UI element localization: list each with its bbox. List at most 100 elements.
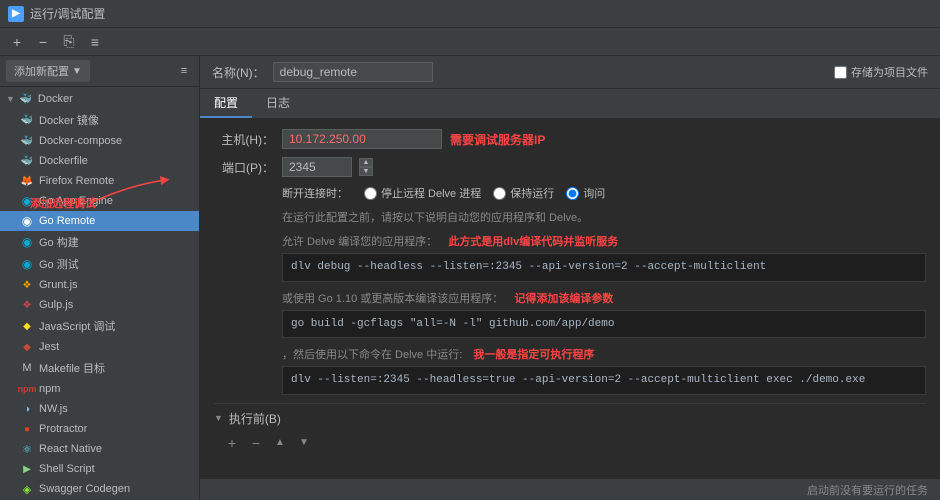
sidebar-item-go-test-label: Go 测试 bbox=[39, 256, 79, 272]
tab-log[interactable]: 日志 bbox=[252, 89, 304, 118]
title-bar: ▶ 运行/调试配置 bbox=[0, 0, 940, 28]
toolbar: + − ⎘ ≡ bbox=[0, 28, 940, 56]
sidebar-item-go-app-engine-label: Go App Engine bbox=[39, 195, 113, 207]
sidebar-item-shell-script[interactable]: ▶ Shell Script bbox=[0, 459, 199, 479]
host-label: 主机(H)： bbox=[214, 131, 274, 148]
port-row: 端口(P)： ▲ ▼ bbox=[214, 157, 926, 177]
docker-compose-icon: 🐳 bbox=[20, 134, 34, 148]
firefox-icon: 🦊 bbox=[20, 174, 34, 188]
sidebar-header: 添加新配置 ▼ ≡ bbox=[0, 56, 199, 87]
go-remote-icon: ◉ bbox=[20, 214, 34, 228]
sidebar-filter-btn[interactable]: ≡ bbox=[175, 62, 193, 80]
docker-image-icon: 🐳 bbox=[20, 113, 34, 127]
sidebar-item-dockerfile[interactable]: 🐳 Dockerfile bbox=[0, 151, 199, 171]
sidebar-item-go-build-label: Go 构建 bbox=[39, 234, 79, 250]
port-spinners: ▲ ▼ bbox=[359, 158, 373, 176]
sidebar-item-go-build[interactable]: ◉ Go 构建 bbox=[0, 231, 199, 253]
sidebar-item-grunt[interactable]: ❖ Grunt.js bbox=[0, 275, 199, 295]
sidebar-item-docker-image-label: Docker 镜像 bbox=[39, 112, 99, 128]
name-label: 名称(N)： bbox=[212, 64, 265, 81]
sidebar-item-protractor[interactable]: ● Protractor bbox=[0, 419, 199, 439]
sidebar-item-react-native[interactable]: ⚛ React Native bbox=[0, 439, 199, 459]
docker-icon: 🐳 bbox=[19, 92, 33, 106]
port-input[interactable] bbox=[282, 157, 352, 177]
sidebar-item-makefile[interactable]: M Makefile 目标 bbox=[0, 357, 199, 379]
sort-config-toolbar-btn[interactable]: ≡ bbox=[84, 31, 106, 53]
code-block-2: go build -gcflags "all=-N -l" github.com… bbox=[282, 310, 926, 339]
sidebar-item-npm-label: npm bbox=[39, 383, 60, 395]
host-row: 主机(H)： 需要调试服务器IP bbox=[214, 129, 926, 149]
config-name-input[interactable] bbox=[273, 62, 433, 82]
sidebar-item-go-remote[interactable]: ◉ Go Remote bbox=[0, 211, 199, 231]
sidebar-item-js-debug[interactable]: ◆ JavaScript 调试 bbox=[0, 315, 199, 337]
or-text: 或使用 Go 1.10 或更高版本编译该应用程序： 记得添加该编译参数 bbox=[214, 290, 926, 306]
sidebar-item-npm[interactable]: npm npm bbox=[0, 379, 199, 399]
sidebar-item-firefox-remote[interactable]: 🦊 Firefox Remote bbox=[0, 171, 199, 191]
sidebar-item-jest-label: Jest bbox=[39, 341, 59, 353]
save-checkbox-row: 存储为项目文件 bbox=[834, 64, 928, 80]
exec-remove-btn[interactable]: − bbox=[246, 433, 266, 453]
sidebar: 添加新配置 ▼ ≡ ▼ 🐳 Docker 🐳 Docker 镜像 🐳 bbox=[0, 56, 200, 500]
code-block-3: dlv --listen=:2345 --headless=true --api… bbox=[282, 366, 926, 395]
host-input[interactable] bbox=[282, 129, 442, 149]
go-build-icon: ◉ bbox=[20, 235, 34, 249]
save-to-project-checkbox[interactable] bbox=[834, 66, 847, 79]
content-panel: 名称(N)： 存储为项目文件 配置 日志 主机(H)： 需要调 bbox=[200, 56, 940, 500]
sidebar-item-protractor-label: Protractor bbox=[39, 423, 87, 435]
exec-toolbar: + − ▲ ▼ bbox=[214, 433, 926, 453]
port-increment-btn[interactable]: ▲ bbox=[359, 158, 373, 167]
sidebar-item-docker-compose[interactable]: 🐳 Docker-compose bbox=[0, 131, 199, 151]
jest-icon: ◆ bbox=[20, 340, 34, 354]
exec-add-btn[interactable]: + bbox=[222, 433, 242, 453]
js-debug-icon: ◆ bbox=[20, 319, 34, 333]
copy-config-toolbar-btn[interactable]: ⎘ bbox=[58, 31, 80, 53]
add-config-button[interactable]: 添加新配置 ▼ bbox=[6, 60, 90, 82]
config-name-row: 名称(N)： bbox=[212, 62, 433, 82]
sidebar-item-docker-compose-label: Docker-compose bbox=[39, 135, 122, 147]
exec-before-section: ▼ 执行前(B) + − ▲ ▼ bbox=[214, 403, 926, 453]
radio-keep-label: 保持运行 bbox=[510, 185, 554, 201]
sidebar-item-swagger[interactable]: ◈ Swagger Codegen bbox=[0, 479, 199, 499]
makefile-icon: M bbox=[20, 361, 34, 375]
exec-header: ▼ 执行前(B) bbox=[214, 410, 926, 427]
host-hint: 需要调试服务器IP bbox=[450, 131, 545, 148]
dockerfile-icon: 🐳 bbox=[20, 154, 34, 168]
group-docker[interactable]: ▼ 🐳 Docker bbox=[0, 89, 199, 109]
title-bar-icon: ▶ bbox=[8, 6, 24, 22]
sidebar-item-docker-image[interactable]: 🐳 Docker 镜像 bbox=[0, 109, 199, 131]
sidebar-item-gulp[interactable]: ❖ Gulp.js bbox=[0, 295, 199, 315]
radio-ask-input[interactable] bbox=[566, 187, 579, 200]
remove-config-toolbar-btn[interactable]: − bbox=[32, 31, 54, 53]
tabs: 配置 日志 bbox=[200, 89, 940, 119]
radio-keep-input[interactable] bbox=[493, 187, 506, 200]
add-config-label: 添加新配置 bbox=[14, 63, 69, 79]
allow-hint: 此方式是用dlv编译代码并监听服务 bbox=[448, 236, 618, 248]
tab-config[interactable]: 配置 bbox=[200, 89, 252, 118]
sidebar-item-gulp-label: Gulp.js bbox=[39, 299, 73, 311]
shell-script-icon: ▶ bbox=[20, 462, 34, 476]
sidebar-item-shell-script-label: Shell Script bbox=[39, 463, 95, 475]
go-test-icon: ◉ bbox=[20, 257, 34, 271]
radio-ask[interactable]: 询问 bbox=[566, 185, 605, 201]
status-text: 启动前没有要运行的任务 bbox=[807, 482, 928, 498]
radio-stop-input[interactable] bbox=[364, 187, 377, 200]
exec-up-btn[interactable]: ▲ bbox=[270, 433, 290, 453]
radio-stop[interactable]: 停止远程 Delve 进程 bbox=[364, 185, 481, 201]
chevron-down-exec-icon: ▼ bbox=[214, 413, 223, 423]
port-decrement-btn[interactable]: ▼ bbox=[359, 167, 373, 176]
code-block-1: dlv debug --headless --listen=:2345 --ap… bbox=[282, 253, 926, 282]
grunt-icon: ❖ bbox=[20, 278, 34, 292]
radio-keep[interactable]: 保持运行 bbox=[493, 185, 554, 201]
sidebar-item-go-app-engine[interactable]: ◉ Go App Engine bbox=[0, 191, 199, 211]
title-bar-text: 运行/调试配置 bbox=[30, 5, 105, 22]
add-config-toolbar-btn[interactable]: + bbox=[6, 31, 28, 53]
go-app-engine-icon: ◉ bbox=[20, 194, 34, 208]
radio-stop-label: 停止远程 Delve 进程 bbox=[381, 185, 481, 201]
chevron-down-icon: ▼ bbox=[6, 94, 15, 104]
exec-down-btn[interactable]: ▼ bbox=[294, 433, 314, 453]
disconnect-label: 断开连接时： bbox=[282, 185, 348, 201]
radio-ask-label: 询问 bbox=[583, 185, 605, 201]
sidebar-item-nwjs[interactable]: ◑ NW.js bbox=[0, 399, 199, 419]
sidebar-item-jest[interactable]: ◆ Jest bbox=[0, 337, 199, 357]
sidebar-item-go-test[interactable]: ◉ Go 测试 bbox=[0, 253, 199, 275]
